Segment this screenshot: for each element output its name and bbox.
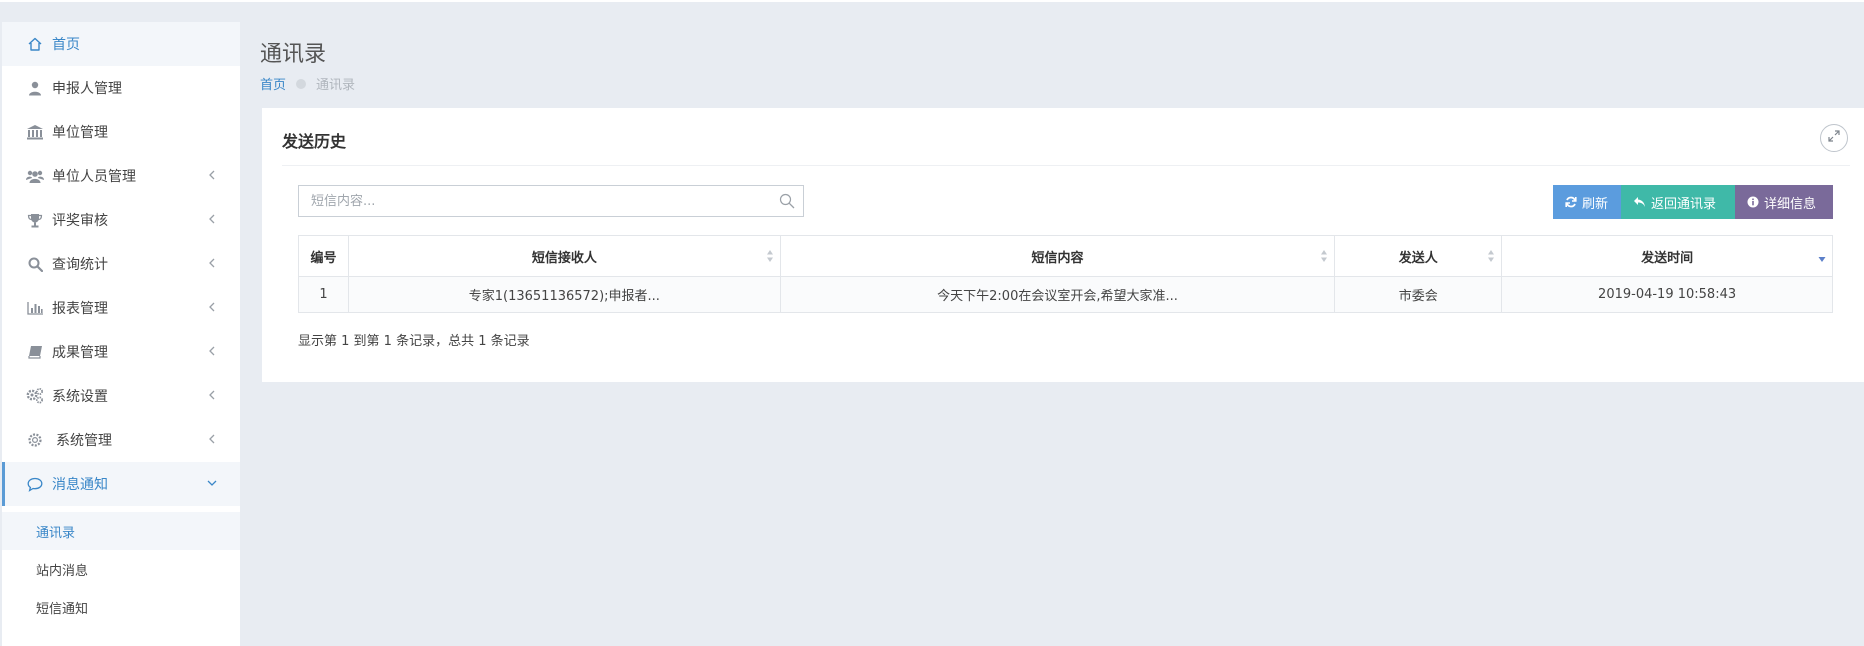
column-header-content[interactable]: 短信内容: [779, 235, 1336, 277]
table-row[interactable]: 1 专家1(13651136572);申报者... 今天下午2:00在会议室开会…: [298, 276, 1833, 313]
send-history-panel: 发送历史 刷新 返回通讯录 详细信息: [262, 108, 1864, 382]
users-icon: [24, 167, 46, 185]
bank-icon: [24, 123, 46, 141]
column-header-send-time[interactable]: 发送时间: [1501, 235, 1833, 277]
submenu-item-inbox[interactable]: 站内消息: [2, 550, 240, 588]
sidebar-item-reports[interactable]: 报表管理: [2, 286, 240, 330]
chat-bubble-icon: [24, 475, 46, 493]
sidebar-item-applicant[interactable]: 申报人管理: [2, 66, 240, 110]
column-header-sender[interactable]: 发送人: [1334, 235, 1503, 277]
notifications-submenu: 通讯录 站内消息 短信通知: [2, 506, 240, 626]
detail-info-button[interactable]: 详细信息: [1735, 185, 1833, 219]
submenu-item-label: 短信通知: [36, 601, 89, 617]
trophy-icon: [24, 211, 46, 229]
sidebar-item-system-management[interactable]: 系统管理: [2, 418, 240, 462]
bar-chart-icon: [24, 299, 46, 317]
refresh-icon: [1565, 196, 1577, 208]
chevron-left-icon: [206, 389, 218, 401]
chevron-left-icon: [206, 257, 218, 269]
user-icon: [24, 79, 46, 97]
chevron-left-icon: [206, 169, 218, 181]
submenu-item-sms[interactable]: 短信通知: [2, 588, 240, 626]
table-header-row: 编号 短信接收人 短信内容 发送人 发送时间: [298, 235, 1833, 277]
panel-title: 发送历史: [282, 132, 347, 151]
chevron-left-icon: [206, 213, 218, 225]
home-icon: [24, 35, 46, 53]
pagination-info: 显示第 1 到第 1 条记录，总共 1 条记录: [298, 334, 530, 349]
submenu-item-label: 站内消息: [36, 563, 89, 579]
column-label: 短信接收人: [531, 250, 597, 266]
sidebar-item-notifications[interactable]: 消息通知: [2, 462, 240, 506]
sidebar-item-label: 评奖审核: [52, 213, 108, 229]
reply-icon: [1633, 196, 1646, 208]
send-history-table: 编号 短信接收人 短信内容 发送人 发送时间 1 专家1(13651136572…: [298, 235, 1833, 313]
cell-sender: 市委会: [1334, 276, 1503, 313]
panel-divider: [282, 165, 1850, 166]
top-border: [0, 0, 1864, 2]
search-input[interactable]: [299, 186, 783, 216]
chevron-left-icon: [206, 301, 218, 313]
chevron-left-icon: [206, 345, 218, 357]
cell-content: 今天下午2:00在会议室开会,希望大家准...: [779, 276, 1336, 313]
sidebar-item-label: 单位管理: [52, 125, 108, 141]
page-title: 通讯录: [260, 42, 327, 67]
sort-desc-icon: [1818, 248, 1826, 264]
submenu-item-contacts[interactable]: 通讯录: [2, 512, 240, 550]
sidebar-item-label: 成果管理: [52, 345, 108, 361]
search-icon[interactable]: [779, 193, 795, 213]
cell-send-time: 2019-04-19 10:58:43: [1501, 276, 1833, 313]
sort-icon: [766, 248, 774, 264]
column-label: 编号: [310, 250, 337, 266]
sidebar-item-query-stats[interactable]: 查询统计: [2, 242, 240, 286]
back-button-label: 返回通讯录: [1651, 196, 1717, 212]
expand-icon: [1828, 130, 1840, 146]
expand-button[interactable]: [1820, 124, 1848, 152]
sidebar-item-results[interactable]: 成果管理: [2, 330, 240, 374]
submenu-item-label: 通讯录: [36, 525, 76, 541]
sidebar: 首页 申报人管理 单位管理 单位人员管理 评奖审核 查询统计 报表管理 成果管理…: [2, 22, 240, 646]
breadcrumb: 首页 通讯录: [260, 74, 355, 93]
book-icon: [24, 343, 46, 361]
sidebar-item-unit[interactable]: 单位管理: [2, 110, 240, 154]
cell-recipient: 专家1(13651136572);申报者...: [347, 276, 781, 313]
sidebar-item-system-settings[interactable]: 系统设置: [2, 374, 240, 418]
gears-icon: [24, 387, 46, 405]
toolbar: 刷新 返回通讯录 详细信息: [1553, 185, 1833, 219]
refresh-button[interactable]: 刷新: [1553, 185, 1621, 219]
sidebar-item-label: 系统管理: [56, 433, 112, 449]
sidebar-item-label: 查询统计: [52, 257, 108, 273]
search-box: [298, 185, 804, 217]
column-header-id: 编号: [298, 235, 349, 277]
column-header-recipient[interactable]: 短信接收人: [347, 235, 781, 277]
column-label: 短信内容: [1031, 250, 1084, 266]
sidebar-item-label: 系统设置: [52, 389, 108, 405]
chevron-down-icon: [206, 477, 218, 489]
chevron-left-icon: [206, 433, 218, 445]
detail-button-label: 详细信息: [1764, 196, 1817, 212]
breadcrumb-home-link[interactable]: 首页: [260, 74, 286, 93]
refresh-button-label: 刷新: [1582, 196, 1609, 212]
breadcrumb-current: 通讯录: [316, 78, 356, 93]
info-circle-icon: [1747, 196, 1759, 208]
search-icon: [24, 255, 46, 273]
sidebar-item-label: 首页: [52, 37, 80, 53]
sidebar-item-award-review[interactable]: 评奖审核: [2, 198, 240, 242]
back-to-contacts-button[interactable]: 返回通讯录: [1621, 185, 1735, 219]
sidebar-item-label: 单位人员管理: [52, 169, 136, 185]
sidebar-item-label: 报表管理: [52, 301, 108, 317]
sort-icon: [1487, 248, 1495, 264]
cell-id: 1: [298, 276, 349, 313]
breadcrumb-separator-icon: [296, 78, 307, 89]
sidebar-item-home[interactable]: 首页: [2, 22, 240, 66]
sidebar-item-unit-staff[interactable]: 单位人员管理: [2, 154, 240, 198]
gear-icon: [24, 431, 46, 449]
column-label: 发送人: [1398, 250, 1438, 266]
column-label: 发送时间: [1641, 250, 1694, 266]
sort-icon: [1320, 248, 1328, 264]
sidebar-item-label: 消息通知: [52, 477, 108, 493]
sidebar-item-label: 申报人管理: [52, 81, 122, 97]
